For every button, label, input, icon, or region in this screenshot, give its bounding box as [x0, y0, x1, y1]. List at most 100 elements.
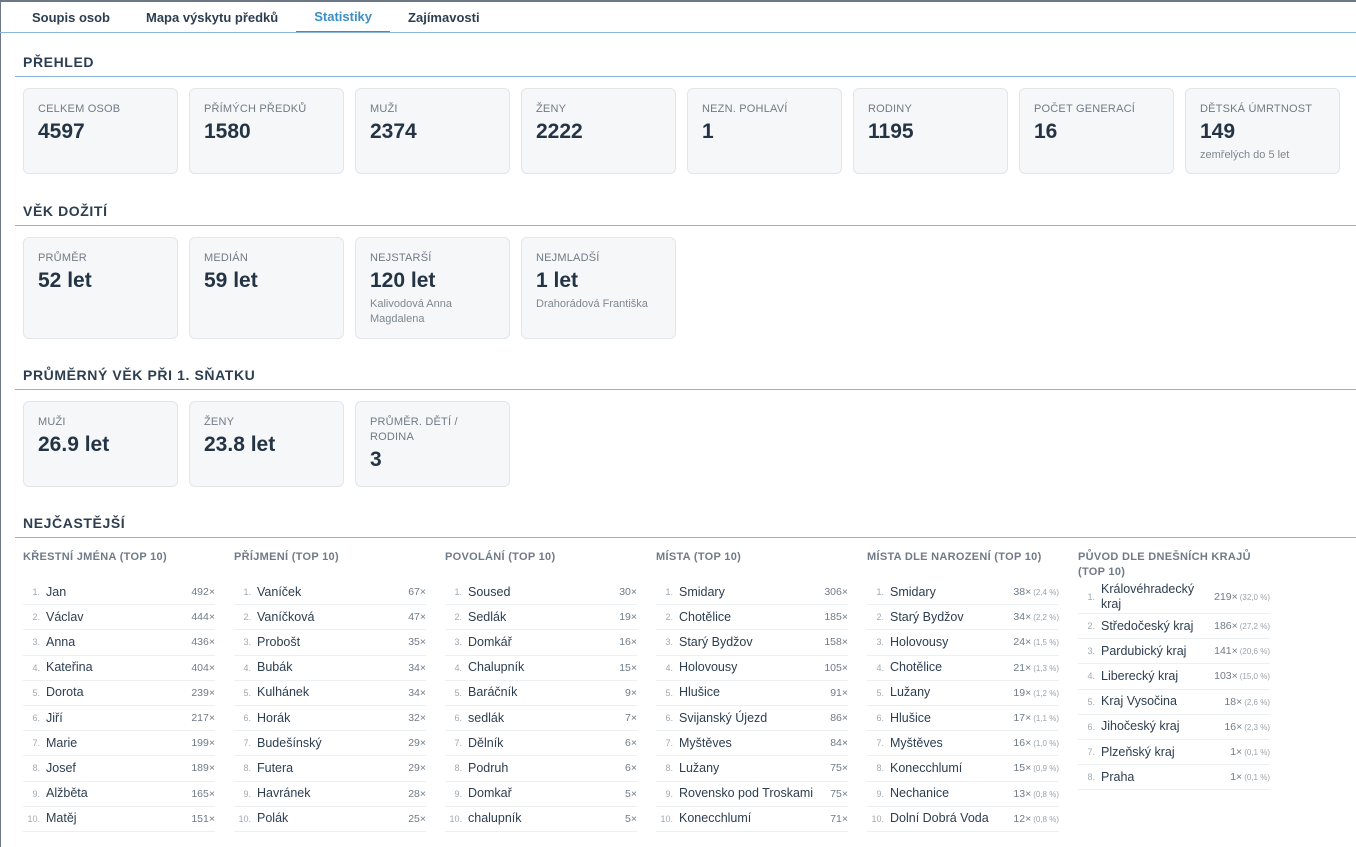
list-item-name: Podruh — [468, 760, 509, 775]
stat-value: 1 — [702, 120, 714, 143]
list-item: 5. Dorota 239× — [23, 681, 215, 706]
list-item-name: Plzeňský kraj — [1101, 744, 1175, 759]
list-item-count: 16× (2,3 %) — [1224, 721, 1270, 733]
list-item-name: Konecchlumí — [890, 760, 963, 775]
top-list-regions: Původ dle dnešních krajů (Top 10) 1. Králo… — [1078, 549, 1270, 832]
list-item: 3. Domkář 16× — [445, 630, 637, 656]
list-item-name: Starý Bydžov — [890, 609, 964, 624]
top-list-surnames: Příjmení (Top 10) 1. Vaníček 67× 2. Vaníčková… — [234, 549, 426, 832]
stat-card-men-marriage-age: Muži 26.9 let — [23, 401, 178, 487]
list-item-rank: 3. — [454, 637, 462, 648]
top-list-title: Povolání (Top 10) — [445, 551, 556, 563]
list-item-count-value: 16× — [619, 636, 637, 649]
list-item: 2. Středočeský kraj 186× (27,2 %) — [1078, 614, 1270, 640]
stat-label: Ženy — [204, 416, 235, 428]
list-item: 1. Soused 30× — [445, 580, 637, 606]
stat-value: 1580 — [204, 120, 251, 143]
list-item-count-value: 436× — [191, 636, 215, 649]
list-item-name: Vaníček — [257, 584, 302, 599]
top-list-title: Místa dle narození (Top 10) — [867, 551, 1042, 563]
list-item-name: Horák — [257, 710, 291, 725]
list-item: 7. Budešínský 29× — [234, 731, 426, 757]
list-item-name: Soused — [468, 584, 511, 599]
list-item-name: Futera — [257, 760, 294, 775]
list-item-rank: 2. — [876, 612, 884, 623]
list-item: 6. Jihočeský kraj 16× (2,3 %) — [1078, 715, 1270, 740]
list-item-name: Holovousy — [890, 634, 949, 649]
list-item: 10. Matěj 151× — [23, 807, 215, 832]
list-item: 8. Josef 189× — [23, 756, 215, 782]
list-item-count: 105× — [824, 662, 848, 674]
tab-mapa-predku[interactable]: Mapa výskytu předků — [128, 2, 296, 33]
list-item-count: 35× — [408, 636, 426, 648]
list-item-count-value: 141× — [1214, 645, 1238, 658]
list-item-count-value: 75× — [830, 762, 848, 775]
list-item-count: 186× (27,2 %) — [1214, 620, 1270, 632]
list-item-count: 1× (0,1 %) — [1230, 746, 1270, 758]
list-item-name: Myštěves — [679, 735, 732, 750]
list-item-count: 15× (0,9 %) — [1013, 762, 1059, 774]
stat-sub: zemřelých do 5 let — [1200, 149, 1290, 161]
list-item-rank: 7. — [1087, 747, 1095, 758]
tab-zajimavosti[interactable]: Zajímavosti — [390, 2, 498, 33]
list-item-count-value: 38× — [1013, 586, 1032, 599]
list-item-rank: 3. — [243, 637, 251, 648]
list-item-count: 12× (0,8 %) — [1013, 813, 1059, 825]
list-item-name: Václav — [46, 609, 84, 624]
list-item-percent: (1,5 %) — [1033, 638, 1059, 648]
tab-statistiky[interactable]: Statistiky — [296, 2, 391, 33]
list-item-rank: 7. — [32, 738, 40, 749]
list-item-name: Holovousy — [679, 660, 738, 675]
list-item-rank: 5. — [454, 687, 462, 698]
list-item: 6. Jiří 217× — [23, 706, 215, 732]
list-item-count-value: 165× — [191, 787, 215, 800]
list-item-name: Praha — [1101, 769, 1135, 784]
list-item-count: 404× — [191, 662, 215, 674]
list-item-rank: 9. — [876, 788, 884, 799]
list-item: 3. Holovousy 24× (1,5 %) — [867, 630, 1059, 656]
list-item-rank: 4. — [454, 662, 462, 673]
list-item-name: Konecchlumí — [679, 811, 752, 826]
section-title-frequent: Nejčastější — [23, 515, 126, 531]
list-item-name: Matěj — [46, 811, 77, 826]
stat-value: 4597 — [38, 120, 85, 143]
list-item-name: Středočeský kraj — [1101, 618, 1194, 633]
list-item-name: Dolní Dobrá Voda — [890, 811, 989, 826]
list-item-rank: 6. — [1087, 721, 1095, 732]
list-item-count: 151× — [191, 813, 215, 825]
list-item-count-value: 9× — [625, 686, 637, 699]
list-item-count-value: 16× — [1224, 720, 1243, 733]
stat-value: 26.9 let — [38, 433, 110, 456]
tab-soupis-osob[interactable]: Soupis osob — [14, 2, 128, 33]
list-item-rank: 7. — [665, 738, 673, 749]
list-item-rank: 10. — [660, 813, 673, 824]
list-item: 3. Pardubický kraj 141× (20,6 %) — [1078, 639, 1270, 665]
list-item-count-value: 151× — [191, 812, 215, 825]
list-item-count: 1× (0,1 %) — [1230, 771, 1270, 783]
list-item-percent: (1,0 %) — [1033, 739, 1059, 749]
list-item-percent: (2,3 %) — [1244, 722, 1270, 732]
list-item: 6. Svijanský Újezd 86× — [656, 706, 848, 732]
list-item-name: Starý Bydžov — [679, 634, 753, 649]
stat-sub: Drahorádová Františka — [536, 298, 648, 310]
stat-card-men: Muži 2374 — [355, 88, 510, 174]
list-item-count-value: 219× — [1214, 590, 1238, 603]
list-item-count-value: 34× — [408, 661, 426, 674]
list-item-name: chalupník — [468, 811, 522, 826]
list-item: 8. Futera 29× — [234, 756, 426, 782]
list-item-count: 21× (1,3 %) — [1013, 662, 1059, 674]
list-item-name: Chotělice — [679, 609, 732, 624]
list-item-name: Jihočeský kraj — [1101, 719, 1180, 734]
list-item-count-value: 5× — [625, 812, 637, 825]
list-item-name: Sedlák — [468, 609, 507, 624]
list-item-name: Smidary — [679, 584, 725, 599]
list-item-name: Kulhánek — [257, 685, 310, 700]
top-list-title: Místa (Top 10) — [656, 551, 742, 563]
list-item: 5. Kulhánek 34× — [234, 681, 426, 706]
list-item-name: Smidary — [890, 584, 936, 599]
list-item: 10. Konecchlumí 71× — [656, 807, 848, 832]
stat-label: Ženy — [536, 103, 567, 115]
list-item-name: Královéhradecký kraj — [1101, 581, 1195, 611]
top-list-places: Místa (Top 10) 1. Smidary 306× 2. Chotělice 18… — [656, 549, 848, 832]
list-item: 1. Královéhradecký kraj 219× (32,0 %) — [1078, 580, 1270, 614]
